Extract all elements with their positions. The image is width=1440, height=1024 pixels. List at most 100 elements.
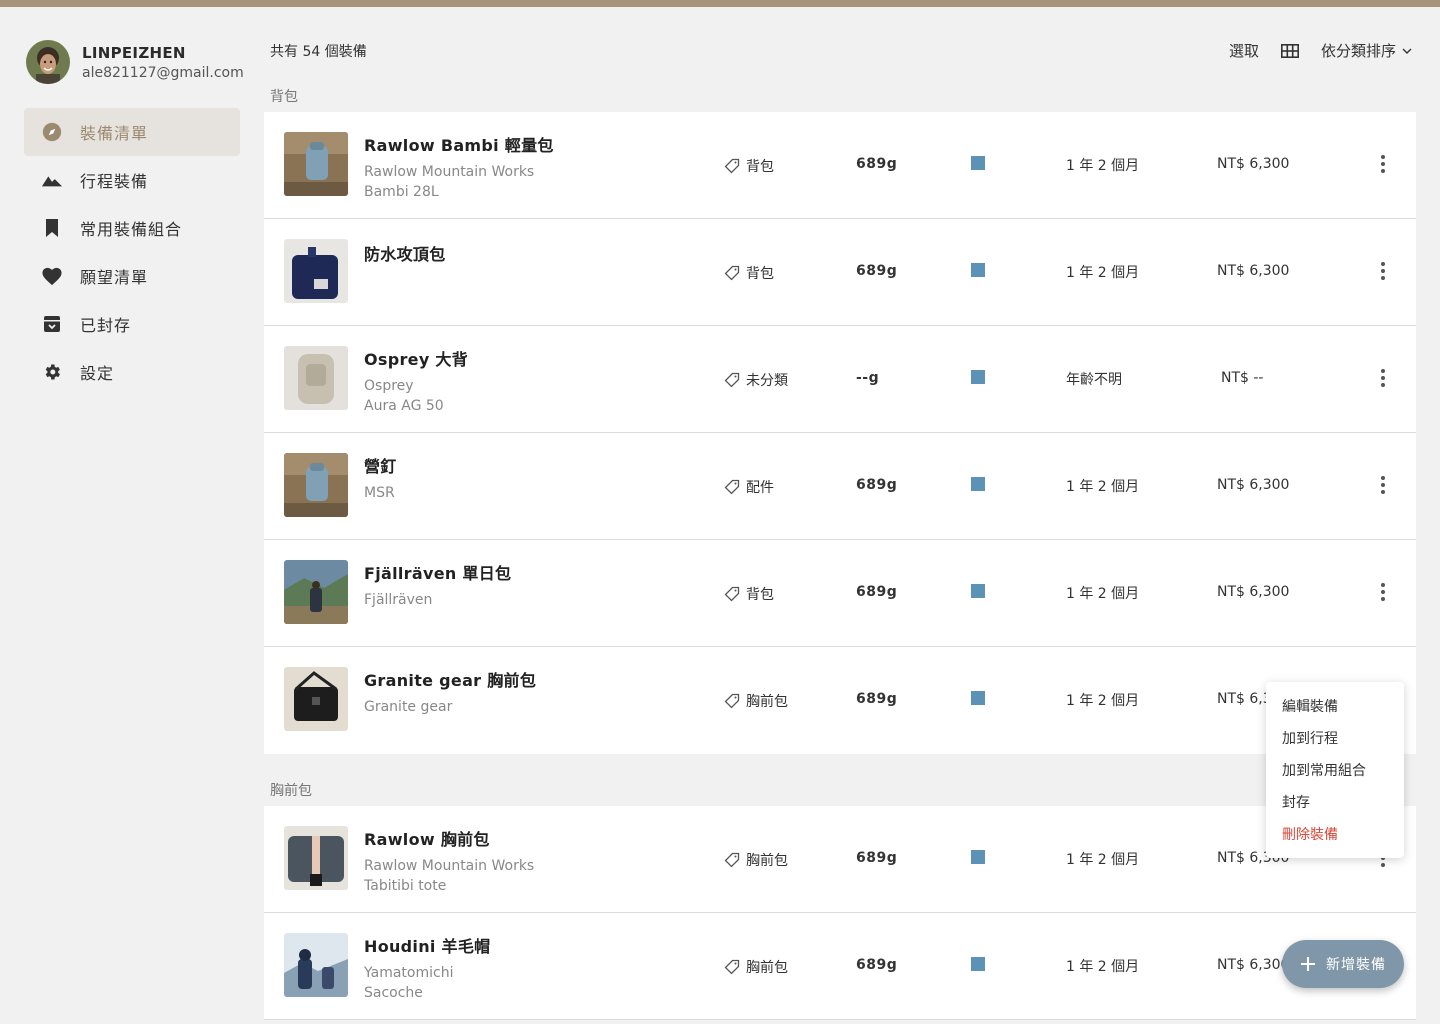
sidebar-item-wishlist[interactable]: 願望清單: [24, 252, 240, 300]
category-label: 背包: [746, 266, 774, 282]
more-vertical-icon[interactable]: [1372, 580, 1394, 604]
item-name: Osprey 大背: [364, 350, 469, 369]
category-label: 胸前包: [746, 694, 788, 710]
more-vertical-icon[interactable]: [1372, 366, 1394, 390]
menu-delete-item[interactable]: 刪除裝備: [1266, 818, 1404, 850]
more-vertical-icon[interactable]: [1372, 152, 1394, 176]
item-thumbnail: [284, 667, 348, 731]
tag-icon: [724, 693, 740, 709]
item-weight: 689g: [856, 957, 898, 973]
item-color-swatch: [971, 957, 985, 971]
add-gear-label: 新增裝備: [1326, 957, 1386, 973]
item-weight: 689g: [856, 850, 898, 866]
item-brand: Rawlow Mountain Works: [364, 858, 535, 874]
gear-icon: [40, 360, 64, 384]
section-title: 背包: [270, 89, 298, 105]
tag-icon: [724, 372, 740, 388]
item-name: Granite gear 胸前包: [364, 671, 537, 690]
more-vertical-icon[interactable]: [1372, 473, 1394, 497]
item-age: 1 年 2 個月: [1066, 852, 1140, 868]
item-price: NT$ 6,3: [1217, 691, 1272, 707]
category-label: 胸前包: [746, 853, 788, 869]
gear-list: Rawlow Bambi 輕量包 Rawlow Mountain Works B…: [264, 112, 1416, 754]
mountain-icon: [40, 168, 64, 192]
item-model: Bambi 28L: [364, 184, 439, 200]
sidebar-item-label: 行程裝備: [80, 172, 149, 191]
item-name: Houdini 羊毛帽: [364, 937, 491, 956]
item-age: 1 年 2 個月: [1066, 158, 1140, 174]
item-brand: Osprey: [364, 378, 414, 394]
add-gear-button[interactable]: 新增裝備: [1282, 940, 1404, 988]
item-age: 1 年 2 個月: [1066, 586, 1140, 602]
table-row[interactable]: Granite gear 胸前包 Granite gear 胸前包 689g 1…: [264, 647, 1416, 754]
menu-edit-item[interactable]: 編輯裝備: [1266, 690, 1404, 722]
table-row[interactable]: Rawlow Bambi 輕量包 Rawlow Mountain Works B…: [264, 112, 1416, 219]
more-vertical-icon[interactable]: [1372, 259, 1394, 283]
item-weight: 689g: [856, 263, 898, 279]
item-color-swatch: [971, 156, 985, 170]
item-category: 背包: [724, 156, 774, 176]
avatar[interactable]: [26, 40, 70, 84]
item-thumbnail: [284, 560, 348, 624]
item-brand: Fjällräven: [364, 592, 433, 608]
item-name: Rawlow Bambi 輕量包: [364, 136, 554, 155]
item-price: NT$ --: [1221, 370, 1264, 386]
user-email: ale821127@gmail.com: [82, 64, 244, 81]
item-context-menu: 編輯裝備 加到行程 加到常用組合 封存 刪除裝備: [1266, 682, 1404, 858]
tag-icon: [724, 959, 740, 975]
category-label: 配件: [746, 480, 774, 496]
item-name: Fjällräven 單日包: [364, 564, 512, 583]
item-category: 背包: [724, 584, 774, 604]
item-age: 1 年 2 個月: [1066, 693, 1140, 709]
item-name: 營釘: [364, 457, 397, 476]
item-thumbnail: [284, 826, 348, 890]
item-age: 年齡不明: [1066, 372, 1122, 388]
item-age: 1 年 2 個月: [1066, 959, 1140, 975]
item-weight: --g: [856, 370, 880, 386]
item-brand: MSR: [364, 485, 395, 501]
sidebar-item-gear-list[interactable]: 裝備清單: [24, 108, 240, 156]
item-age: 1 年 2 個月: [1066, 265, 1140, 281]
sidebar-item-combos[interactable]: 常用裝備組合: [24, 204, 240, 252]
table-row[interactable]: Rawlow 胸前包 Rawlow Mountain Works Tabitib…: [264, 806, 1416, 913]
user-profile[interactable]: LINPEIZHEN ale821127@gmail.com: [26, 40, 244, 84]
select-button[interactable]: 選取: [1229, 40, 1259, 61]
sidebar-item-trip-gear[interactable]: 行程裝備: [24, 156, 240, 204]
menu-add-to-trip[interactable]: 加到行程: [1266, 722, 1404, 754]
tag-icon: [724, 158, 740, 174]
item-model: Aura AG 50: [364, 398, 444, 414]
item-price: NT$ 6,300: [1217, 957, 1290, 973]
grid-view-icon[interactable]: [1280, 43, 1299, 58]
category-label: 胸前包: [746, 960, 788, 976]
sidebar-item-settings[interactable]: 設定: [24, 348, 240, 396]
item-weight: 689g: [856, 477, 898, 493]
item-price: NT$ 6,300: [1217, 263, 1290, 279]
sidebar-item-archived[interactable]: 已封存: [24, 300, 240, 348]
chevron-down-icon: [1402, 48, 1412, 54]
menu-add-to-combo[interactable]: 加到常用組合: [1266, 754, 1404, 786]
item-thumbnail: [284, 453, 348, 517]
item-price: NT$ 6,300: [1217, 584, 1290, 600]
sidebar-item-label: 裝備清單: [80, 124, 149, 143]
table-row[interactable]: 營釘 MSR 配件 689g 1 年 2 個月 NT$ 6,300: [264, 433, 1416, 540]
item-brand: Rawlow Mountain Works: [364, 164, 535, 180]
menu-archive[interactable]: 封存: [1266, 786, 1404, 818]
table-row[interactable]: Osprey 大背 Osprey Aura AG 50 未分類 --g 年齡不明…: [264, 326, 1416, 433]
item-age: 1 年 2 個月: [1066, 479, 1140, 495]
item-price: NT$ 6,300: [1217, 477, 1290, 493]
sidebar-item-label: 願望清單: [80, 268, 149, 287]
plus-icon: [1301, 957, 1315, 971]
sort-dropdown[interactable]: 依分類排序: [1321, 40, 1412, 61]
category-label: 背包: [746, 587, 774, 603]
section-title: 胸前包: [270, 783, 312, 799]
header-actions: 選取 依分類排序: [1229, 40, 1412, 61]
item-weight: 689g: [856, 691, 898, 707]
item-color-swatch: [971, 477, 985, 491]
table-row[interactable]: Houdini 羊毛帽 Yamatomichi Sacoche 胸前包 689g…: [264, 913, 1416, 1020]
category-label: 未分類: [746, 373, 788, 389]
table-row[interactable]: Fjällräven 單日包 Fjällräven 背包 689g 1 年 2 …: [264, 540, 1416, 647]
category-label: 背包: [746, 159, 774, 175]
item-category: 胸前包: [724, 691, 788, 711]
table-row[interactable]: 防水攻頂包 背包 689g 1 年 2 個月 NT$ 6,300: [264, 219, 1416, 326]
item-brand: Yamatomichi: [364, 965, 454, 981]
